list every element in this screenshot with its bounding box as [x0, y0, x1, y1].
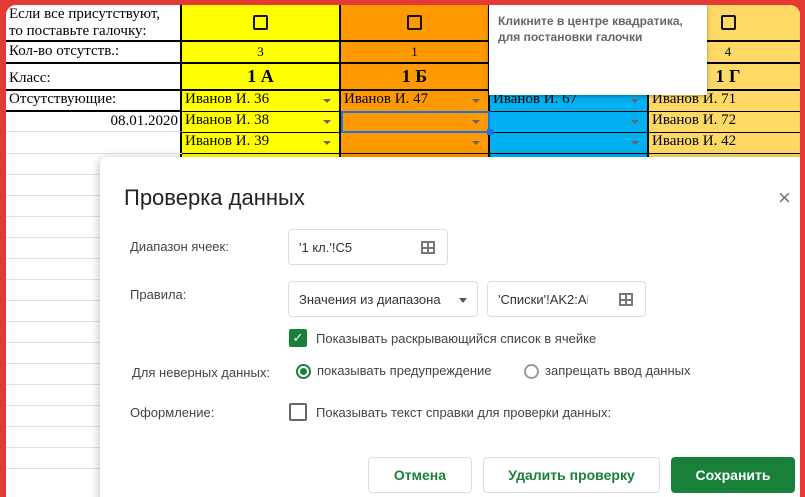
class-a-checkbox-cell[interactable] — [182, 5, 341, 42]
spreadsheet: Если все присутствуют, то поставьте гало… — [6, 5, 800, 497]
check-prompt-line2: то поставьте галочку: — [9, 23, 147, 39]
class-v-absent-cell[interactable] — [490, 112, 649, 133]
help-text-checkbox[interactable]: Показывать текст справки для проверки да… — [289, 403, 611, 421]
range-label: Диапазон ячеек: — [130, 239, 229, 254]
invalid-data-label: Для неверных данных: — [132, 365, 270, 380]
class-label: Класс: — [6, 64, 182, 91]
fill-handle[interactable] — [487, 129, 493, 135]
class-a-name: 1 А — [182, 64, 341, 91]
data-validation-dialog: Проверка данных × Диапазон ячеек: '1 кл.… — [100, 157, 800, 497]
class-b-absent-cell[interactable] — [341, 133, 490, 154]
radio-warn-label: показывать предупреждение — [317, 363, 492, 378]
range-value: '1 кл.'!C5 — [299, 239, 353, 255]
select-range-icon[interactable] — [421, 241, 435, 254]
help-text-label: Показывать текст справки для проверки да… — [316, 404, 612, 420]
rule-range-input[interactable]: 'Списки'!AK2:AK3 — [487, 281, 646, 317]
radio-reject[interactable]: запрещать ввод данных — [524, 363, 691, 380]
dropdown-arrow-icon[interactable] — [323, 141, 331, 145]
absent-label: Отсутствующие: — [6, 91, 182, 112]
cancel-button[interactable]: Отмена — [368, 457, 472, 493]
class-a-absent-cell[interactable]: Иванов И. 38 — [182, 112, 341, 133]
chevron-down-icon — [459, 298, 467, 303]
rule-range-value: 'Списки'!AK2:AK3 — [498, 291, 588, 307]
dropdown-arrow-icon[interactable] — [323, 99, 331, 103]
student-name: Иванов И. 72 — [652, 112, 737, 128]
dropdown-arrow-icon[interactable] — [631, 141, 639, 145]
dropdown-arrow-icon[interactable] — [631, 120, 639, 124]
radio-unselected-icon — [524, 364, 539, 380]
rule-type-select[interactable]: Значения из диапазона — [288, 281, 478, 317]
student-name: Иванов И. 36 — [185, 91, 270, 107]
selected-cell[interactable] — [341, 111, 490, 133]
select-range-icon[interactable] — [619, 293, 633, 306]
class-a-count: 3 — [182, 42, 341, 64]
date-cell[interactable]: 08.01.2020 — [6, 112, 182, 132]
checkbox-empty-icon — [289, 403, 307, 421]
class-b-name: 1 Б — [341, 64, 490, 91]
appearance-label: Оформление: — [130, 405, 215, 420]
class-b-checkbox-cell[interactable] — [341, 5, 490, 42]
student-name: Иванов И. 42 — [652, 133, 737, 149]
dropdown-arrow-icon[interactable] — [472, 141, 480, 145]
class-b-absent-cell[interactable]: Иванов И. 47 — [341, 91, 490, 112]
rule-type-value: Значения из диапазона — [299, 291, 441, 307]
show-dropdown-checkbox[interactable]: ✓ Показывать раскрывающийся список в яче… — [289, 329, 596, 347]
dropdown-arrow-icon[interactable] — [323, 120, 331, 124]
radio-warn[interactable]: показывать предупреждение — [296, 363, 492, 380]
dropdown-arrow-icon[interactable] — [631, 99, 639, 103]
check-prompt-label: Если все присутствуют, то поставьте гало… — [6, 5, 182, 42]
checkmark-icon: ✓ — [289, 329, 307, 347]
class-v-absent-cell[interactable] — [490, 133, 649, 154]
dropdown-arrow-icon[interactable] — [472, 99, 480, 103]
show-dropdown-label: Показывать раскрывающийся список в ячейк… — [316, 330, 597, 346]
class-g-absent-cell[interactable]: Иванов И. 42 — [649, 133, 800, 154]
check-prompt-line1: Если все присутствуют, — [9, 6, 161, 22]
rules-label: Правила: — [130, 287, 187, 302]
save-button[interactable]: Сохранить — [671, 457, 795, 493]
radio-reject-label: запрещать ввод данных — [545, 363, 691, 378]
student-name: Иванов И. 38 — [185, 112, 270, 128]
radio-selected-icon — [296, 364, 311, 380]
student-name: Иванов И. 47 — [344, 91, 429, 107]
remove-validation-button[interactable]: Удалить проверку — [483, 457, 660, 493]
checkbox-icon[interactable] — [407, 15, 422, 30]
checkbox-icon[interactable] — [720, 15, 736, 30]
class-a-absent-cell[interactable]: Иванов И. 39 — [182, 133, 341, 154]
cell-note: Кликните в центре квадратика, для постан… — [489, 5, 707, 95]
dialog-title: Проверка данных — [124, 185, 305, 210]
class-a-absent-cell[interactable]: Иванов И. 36 — [182, 91, 341, 112]
class-g-absent-cell[interactable]: Иванов И. 72 — [649, 112, 800, 133]
absent-count-label: Кол-во отсутств.: — [6, 42, 182, 64]
close-icon[interactable]: × — [778, 185, 791, 211]
student-name: Иванов И. 39 — [185, 133, 270, 149]
range-input[interactable]: '1 кл.'!C5 — [288, 229, 448, 265]
checkbox-icon[interactable] — [253, 15, 268, 30]
class-b-count: 1 — [341, 42, 490, 64]
